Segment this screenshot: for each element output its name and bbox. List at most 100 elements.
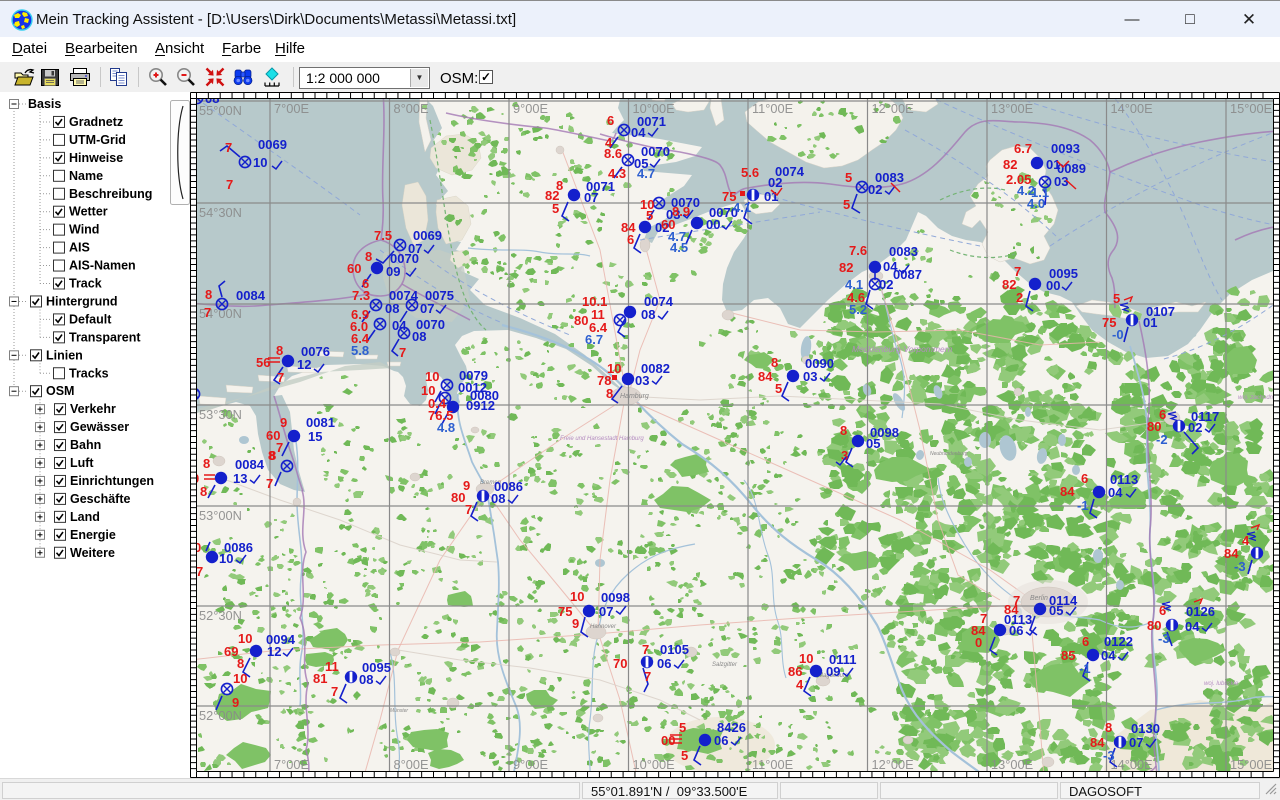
svg-text:Hamburg: Hamburg <box>620 393 649 400</box>
svg-text:4.8: 4.8 <box>437 420 455 435</box>
svg-text:4: 4 <box>796 677 804 692</box>
svg-text:08: 08 <box>491 491 505 506</box>
svg-text:8: 8 <box>200 484 207 499</box>
svg-text:80: 80 <box>574 313 588 328</box>
svg-text:5: 5 <box>1113 291 1120 306</box>
svg-text:7°00E: 7°00E <box>274 757 309 772</box>
svg-text:82: 82 <box>839 260 853 275</box>
svg-text:0130: 0130 <box>1131 721 1160 736</box>
svg-text:Gradnetz: Gradnetz <box>69 115 123 129</box>
svg-text:5: 5 <box>845 170 852 185</box>
svg-text:Geschäfte: Geschäfte <box>70 492 130 506</box>
svg-text:13°00E: 13°00E <box>991 101 1033 116</box>
svg-text:08: 08 <box>385 301 399 316</box>
svg-text:6: 6 <box>627 232 634 247</box>
svg-text:8°00E: 8°00E <box>394 757 429 772</box>
svg-text:Hintergrund: Hintergrund <box>46 294 118 308</box>
svg-text:82: 82 <box>1002 277 1016 292</box>
svg-text:0081: 0081 <box>306 415 335 430</box>
svg-text:02: 02 <box>768 175 782 190</box>
svg-text:10: 10 <box>253 155 267 170</box>
svg-text:0122: 0122 <box>1104 634 1133 649</box>
svg-text:00: 00 <box>1046 278 1060 293</box>
svg-text:woj. lubuskie: woj. lubuskie <box>1204 681 1239 687</box>
svg-text:04: 04 <box>631 125 646 140</box>
svg-text:5: 5 <box>679 720 686 735</box>
svg-text:Weitere: Weitere <box>70 546 115 560</box>
svg-text:53°30N: 53°30N <box>199 407 242 422</box>
svg-text:0069: 0069 <box>258 137 287 152</box>
svg-text:-3: -3 <box>1158 631 1170 646</box>
svg-text:0105: 0105 <box>660 642 689 657</box>
svg-text:85: 85 <box>1061 648 1075 663</box>
svg-text:0087: 0087 <box>893 267 922 282</box>
svg-text:15°00E: 15°00E <box>1230 101 1272 116</box>
svg-text:84: 84 <box>758 369 773 384</box>
svg-text:-3: -3 <box>1234 559 1246 574</box>
svg-text:0083: 0083 <box>889 244 918 259</box>
svg-text:AIS: AIS <box>69 241 90 255</box>
svg-text:8: 8 <box>268 448 275 463</box>
svg-text:8: 8 <box>276 343 283 358</box>
svg-text:04: 04 <box>1108 485 1123 500</box>
svg-text:6.7: 6.7 <box>585 332 603 347</box>
svg-text:Name: Name <box>69 169 103 183</box>
svg-text:03: 03 <box>803 369 817 384</box>
svg-text:0126: 0126 <box>1186 604 1215 619</box>
svg-text:7: 7 <box>331 684 338 699</box>
svg-text:Transparent: Transparent <box>69 330 141 344</box>
svg-text:-2: -2 <box>1156 432 1168 447</box>
svg-text:8: 8 <box>771 355 778 370</box>
svg-text:07: 07 <box>599 604 613 619</box>
svg-text:06: 06 <box>714 733 728 748</box>
svg-text:07: 07 <box>1129 735 1143 750</box>
svg-text:12°00E: 12°00E <box>872 101 914 116</box>
svg-text:15°00E: 15°00E <box>1230 757 1272 772</box>
svg-text:10: 10 <box>570 589 584 604</box>
svg-text:0098: 0098 <box>601 590 630 605</box>
svg-text:8: 8 <box>205 287 212 302</box>
svg-text:12: 12 <box>267 644 281 659</box>
svg-text:7.5: 7.5 <box>374 228 392 243</box>
svg-text:80: 80 <box>451 490 465 505</box>
svg-text:4.7: 4.7 <box>637 166 655 181</box>
svg-text:05: 05 <box>866 436 880 451</box>
svg-text:13°00E: 13°00E <box>991 757 1033 772</box>
svg-text:3: 3 <box>841 448 848 463</box>
svg-text:9: 9 <box>232 695 239 710</box>
svg-text:08: 08 <box>412 329 426 344</box>
svg-text:02: 02 <box>868 182 882 197</box>
svg-text:7: 7 <box>277 370 284 385</box>
svg-text:08: 08 <box>359 672 373 687</box>
svg-text:04: 04 <box>1185 619 1200 634</box>
svg-text:6: 6 <box>1081 471 1088 486</box>
svg-text:6.7: 6.7 <box>1014 141 1032 156</box>
svg-text:03: 03 <box>635 373 649 388</box>
svg-text:7: 7 <box>226 177 233 192</box>
svg-text:7: 7 <box>642 642 649 657</box>
svg-text:Default: Default <box>69 312 112 326</box>
svg-text:9: 9 <box>572 616 579 631</box>
svg-text:9°00E: 9°00E <box>513 101 548 116</box>
svg-text:5: 5 <box>552 201 559 216</box>
svg-text:10: 10 <box>219 551 233 566</box>
svg-text:7: 7 <box>266 476 273 491</box>
svg-text:7: 7 <box>196 564 203 579</box>
svg-text:Freie und Hansestadt Hamburg: Freie und Hansestadt Hamburg <box>560 436 644 442</box>
svg-text:Salzgitter: Salzgitter <box>712 662 738 668</box>
svg-text:4.1: 4.1 <box>733 200 751 215</box>
svg-text:AIS-Namen: AIS-Namen <box>69 259 136 273</box>
svg-text:09: 09 <box>826 664 840 679</box>
svg-text:Luft: Luft <box>70 456 94 470</box>
svg-text:10: 10 <box>233 671 247 686</box>
svg-text:Hannover: Hannover <box>590 624 617 630</box>
svg-text:8: 8 <box>237 656 244 671</box>
svg-text:10: 10 <box>238 631 252 646</box>
svg-text:60: 60 <box>347 261 361 276</box>
svg-text:2: 2 <box>1016 290 1023 305</box>
svg-text:54°30N: 54°30N <box>199 205 242 220</box>
svg-text:Land: Land <box>70 510 100 524</box>
svg-text:7°00E: 7°00E <box>274 101 309 116</box>
svg-text:0912: 0912 <box>466 398 495 413</box>
svg-text:Wetter: Wetter <box>69 205 108 219</box>
